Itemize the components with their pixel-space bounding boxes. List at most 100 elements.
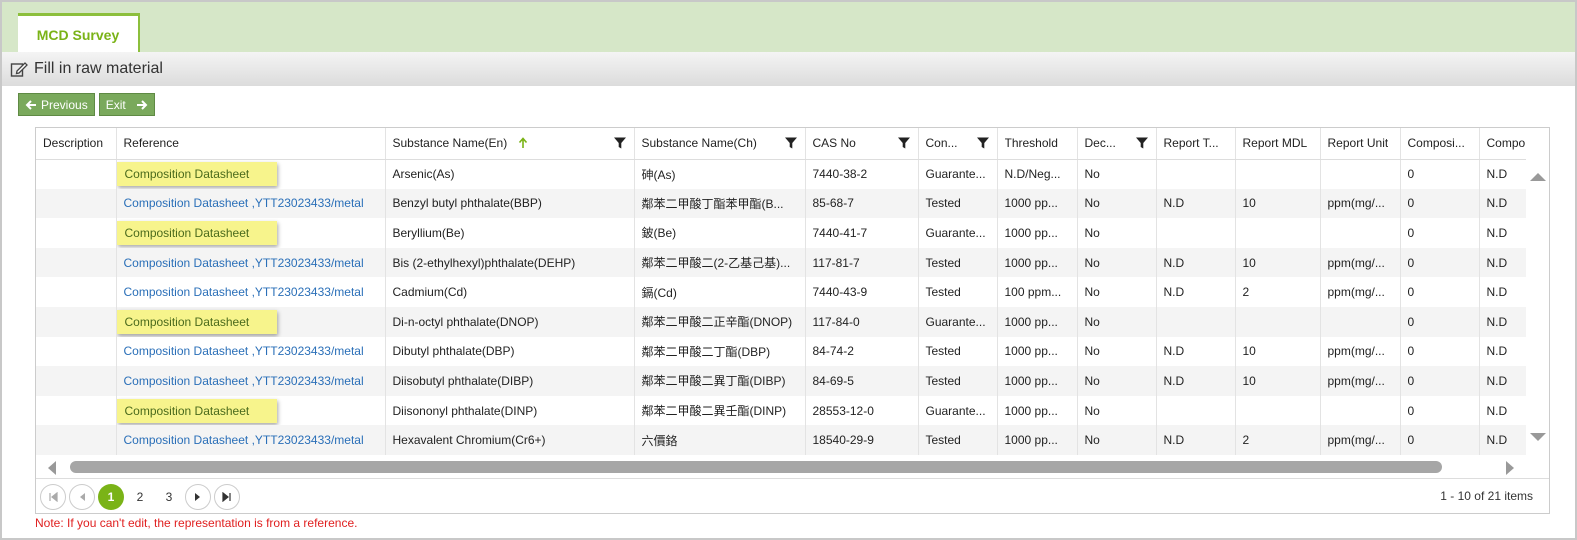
cell-unit — [1320, 306, 1401, 337]
cell-ch: 鄰苯二甲酸二丁酯(DBP) — [634, 336, 806, 367]
cell-ch: 鎘(Cd) — [634, 277, 806, 307]
exit-button-label: Exit — [105, 97, 126, 112]
filter-icon[interactable] — [1135, 136, 1149, 150]
column-header[interactable]: Reference — [116, 128, 386, 160]
exit-button[interactable]: Exit — [98, 93, 155, 116]
page-number-button[interactable]: 1 — [98, 483, 124, 510]
prev-page-button[interactable] — [69, 483, 95, 510]
reference-tooltip[interactable]: Composition Datasheet — [116, 309, 277, 334]
cell-unit: ppm(mg/... — [1320, 366, 1401, 396]
scroll-right-icon[interactable] — [1506, 461, 1514, 475]
description-cell[interactable] — [36, 366, 117, 396]
cell-threshold: 100 ppm... — [997, 277, 1078, 307]
cell-ch: 鄰苯二甲酸二(2-乙基己基)... — [634, 247, 806, 278]
table-row[interactable]: Composition Datasheet ,YTT23023433/metal… — [36, 247, 1526, 278]
pager: 123 1 - 10 of 21 items — [36, 478, 1549, 514]
column-header[interactable]: Report MDL — [1235, 128, 1321, 160]
next-page-button[interactable] — [185, 483, 211, 510]
reference-link[interactable]: Composition Datasheet ,YTT23023433/metal — [124, 285, 364, 299]
filter-icon[interactable] — [613, 136, 627, 150]
cell-unit: ppm(mg/... — [1320, 277, 1401, 307]
column-header[interactable]: CAS No — [805, 128, 919, 160]
column-header[interactable]: Description — [36, 128, 117, 160]
description-cell[interactable] — [36, 277, 117, 307]
column-header-label: Con... — [925, 136, 958, 151]
cell-comp: 0 — [1400, 425, 1480, 455]
cell-unit: ppm(mg/... — [1320, 425, 1401, 455]
description-cell[interactable] — [36, 425, 117, 455]
reference-link[interactable]: Composition Datasheet ,YTT23023433/metal — [124, 374, 364, 388]
horizontal-scrollbar[interactable] — [36, 458, 1526, 476]
cell-en: Dibutyl phthalate(DBP) — [385, 336, 635, 367]
cell-con: Guarante... — [918, 159, 998, 189]
reference-link[interactable]: Composition Datasheet ,YTT23023433/metal — [124, 433, 364, 447]
column-header[interactable]: Dec... — [1077, 128, 1157, 160]
filter-icon[interactable] — [976, 136, 990, 150]
page-number-button[interactable]: 2 — [127, 484, 153, 510]
cell-cas: 117-84-0 — [805, 306, 919, 337]
filter-icon[interactable] — [897, 136, 911, 150]
cell-ch: 鈹(Be) — [634, 218, 806, 248]
column-header-label-wrap: Report MDL — [1243, 136, 1308, 150]
filter-icon[interactable] — [784, 136, 798, 150]
cell-en: Di-n-octyl phthalate(DNOP) — [385, 306, 635, 337]
horizontal-scroll-thumb[interactable] — [70, 461, 1442, 473]
table-row[interactable]: Composition Datasheet Di-n-octyl phthalat… — [36, 306, 1526, 337]
description-cell[interactable] — [36, 247, 117, 278]
table-row[interactable]: Composition Datasheet ,YTT23023433/metal… — [36, 366, 1526, 396]
cell-comp2: N.D — [1479, 247, 1526, 278]
first-page-button[interactable] — [40, 483, 66, 510]
page-number-button[interactable]: 3 — [156, 484, 182, 510]
table-row[interactable]: Composition Datasheet Beryllium(Be) 鈹(Be) 7… — [36, 218, 1526, 248]
reference-tooltip[interactable]: Composition Datasheet — [116, 398, 277, 423]
sort-ascending-icon[interactable] — [517, 137, 529, 149]
scroll-left-icon[interactable] — [48, 461, 56, 475]
column-header-label-wrap: Description — [43, 136, 103, 150]
column-header[interactable]: Substance Name(En) — [385, 128, 635, 160]
reference-tooltip[interactable]: Composition Datasheet — [116, 162, 277, 187]
column-header[interactable]: Report Unit — [1320, 128, 1401, 160]
description-cell[interactable] — [36, 159, 117, 189]
reference-link[interactable]: Composition Datasheet ,YTT23023433/metal — [124, 256, 364, 270]
tab-mcd-survey[interactable]: MCD Survey — [18, 13, 140, 53]
table-row[interactable]: Composition Datasheet Arsenic(As) 砷(As) 744… — [36, 159, 1526, 189]
vertical-scrollbar[interactable] — [1526, 159, 1551, 459]
description-cell[interactable] — [36, 306, 117, 337]
description-cell[interactable] — [36, 336, 117, 367]
column-header[interactable]: Con... — [918, 128, 998, 160]
cell-dec: No — [1077, 277, 1157, 307]
table-row[interactable]: Composition Datasheet Diisononyl phthalat… — [36, 395, 1526, 426]
last-page-button[interactable] — [214, 483, 240, 510]
column-header[interactable]: Substance Name(Ch) — [634, 128, 806, 160]
cell-comp2: N.D — [1479, 395, 1526, 426]
column-header[interactable]: Report T... — [1156, 128, 1236, 160]
reference-link[interactable]: Composition Datasheet ,YTT23023433/metal — [124, 344, 364, 358]
column-header-label-wrap: Substance Name(Ch) — [642, 136, 757, 150]
scroll-down-icon[interactable] — [1530, 433, 1546, 441]
reference-cell: Composition Datasheet — [116, 159, 386, 189]
reference-link[interactable]: Composition Datasheet ,YTT23023433/metal — [124, 196, 364, 210]
column-header[interactable]: Threshold — [997, 128, 1078, 160]
table-row[interactable]: Composition Datasheet ,YTT23023433/metal… — [36, 277, 1526, 307]
cell-rt — [1156, 395, 1236, 426]
description-cell[interactable] — [36, 218, 117, 248]
reference-cell: Composition Datasheet — [116, 395, 386, 426]
cell-con: Guarante... — [918, 218, 998, 248]
reference-tooltip[interactable]: Composition Datasheet — [116, 220, 277, 245]
description-cell[interactable] — [36, 395, 117, 426]
cell-con: Guarante... — [918, 306, 998, 337]
table-row[interactable]: Composition Datasheet ,YTT23023433/metal… — [36, 188, 1526, 219]
column-header-label-wrap: Report T... — [1164, 136, 1219, 150]
cell-dec: No — [1077, 159, 1157, 189]
table-row[interactable]: Composition Datasheet ,YTT23023433/metal… — [36, 425, 1526, 455]
description-cell[interactable] — [36, 188, 117, 219]
previous-button[interactable]: Previous — [18, 93, 95, 116]
column-header-content: Report Unit — [1328, 136, 1393, 150]
column-header[interactable]: Compo — [1479, 128, 1526, 160]
scroll-up-icon[interactable] — [1530, 173, 1546, 181]
column-header-label: Dec... — [1084, 136, 1116, 151]
column-header[interactable]: Composi... — [1400, 128, 1480, 160]
reference-cell: Composition Datasheet ,YTT23023433/metal — [116, 366, 386, 396]
column-header-content: Dec... — [1085, 136, 1149, 150]
table-row[interactable]: Composition Datasheet ,YTT23023433/metal… — [36, 336, 1526, 367]
